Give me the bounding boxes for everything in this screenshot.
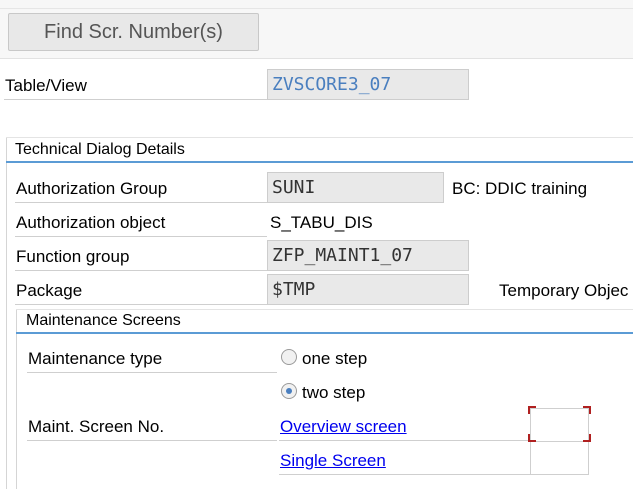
authorization-group-label: Authorization Group xyxy=(16,179,168,198)
single-row-underline xyxy=(279,474,530,475)
find-screen-numbers-button[interactable]: Find Scr. Number(s) xyxy=(8,13,259,51)
function-group-field[interactable]: ZFP_MAINT1_07 xyxy=(267,240,469,271)
table-view-label-underline xyxy=(4,99,267,100)
two-step-label[interactable]: two step xyxy=(302,383,365,403)
group-border-top xyxy=(6,137,633,138)
authorization-group-field[interactable]: SUNI xyxy=(267,172,444,203)
focus-corner-top-right xyxy=(583,406,591,414)
authorization-object-value: S_TABU_DIS xyxy=(270,213,373,232)
focus-corner-bottom-left xyxy=(528,434,536,442)
package-field[interactable]: $TMP xyxy=(267,274,469,305)
single-screen-link[interactable]: Single Screen xyxy=(280,451,386,471)
focus-corner-bottom-right xyxy=(583,434,591,442)
authorization-group-description: BC: DDIC training xyxy=(452,179,588,198)
function-group-underline xyxy=(15,270,267,271)
overview-row-underline xyxy=(279,440,530,441)
overview-screen-link[interactable]: Overview screen xyxy=(280,417,407,437)
maintenance-type-label: Maintenance type xyxy=(28,349,163,368)
maint-screen-no-underline xyxy=(27,440,277,441)
package-label: Package xyxy=(16,281,83,300)
package-description: Temporary Objec xyxy=(499,281,629,300)
maintenance-type-underline xyxy=(27,372,277,373)
table-view-label: Table/View xyxy=(5,76,87,95)
authorization-group-underline xyxy=(15,202,267,203)
maintenance-group-header-line xyxy=(16,332,633,334)
overview-screen-number-field[interactable] xyxy=(530,408,589,442)
function-group-label: Function group xyxy=(16,247,130,266)
maintenance-screens-title: Maintenance Screens xyxy=(26,312,181,329)
maint-screen-no-label: Maint. Screen No. xyxy=(28,417,165,436)
technical-group-header-line xyxy=(6,161,633,163)
two-step-radio[interactable] xyxy=(281,383,297,399)
table-view-field[interactable]: ZVSCORE3_07 xyxy=(267,69,469,100)
maintenance-group-border-top xyxy=(16,309,633,310)
maintenance-group-border-left xyxy=(16,309,17,489)
one-step-radio[interactable] xyxy=(281,349,297,365)
package-underline xyxy=(15,304,267,305)
authorization-object-underline xyxy=(15,236,267,237)
toolbar-divider xyxy=(0,8,633,9)
group-border-left xyxy=(6,137,7,489)
single-screen-number-field[interactable] xyxy=(530,441,589,475)
technical-dialog-details-title: Technical Dialog Details xyxy=(15,141,185,158)
focus-corner-top-left xyxy=(528,406,536,414)
one-step-label[interactable]: one step xyxy=(302,349,367,369)
authorization-object-label: Authorization object xyxy=(16,213,166,232)
